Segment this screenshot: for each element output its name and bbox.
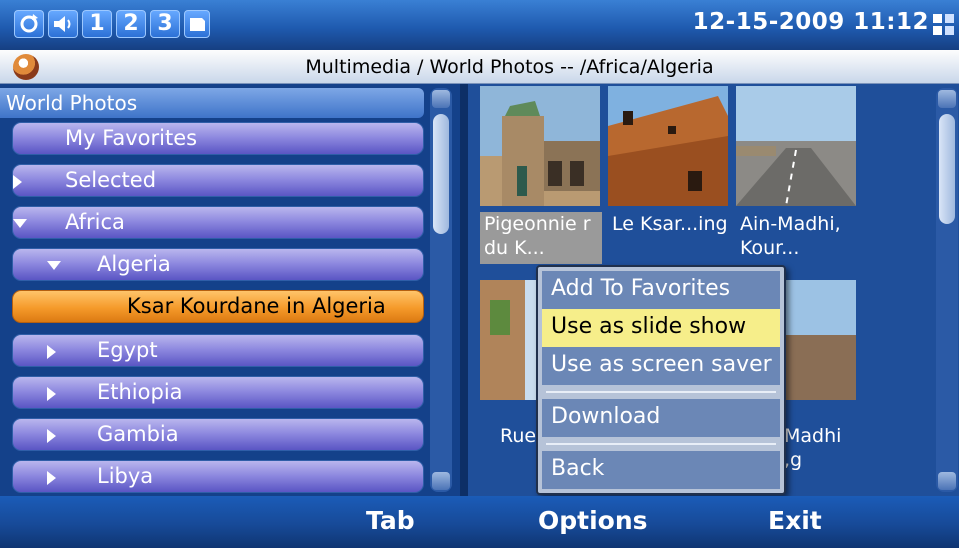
menu-item-download[interactable]: Download [542, 399, 780, 437]
photo-caption: Madhi ,g [784, 425, 842, 471]
scroll-thumb[interactable] [433, 114, 449, 234]
tree-item-label: Gambia [97, 422, 179, 446]
tree-item-ethiopia[interactable]: Ethiopia [12, 376, 424, 409]
tree-scrollbar[interactable] [430, 88, 452, 492]
expand-arrow-icon[interactable] [13, 175, 22, 189]
scroll-up-icon[interactable] [432, 90, 450, 108]
scroll-down-icon[interactable] [938, 472, 956, 490]
tree-item-egypt[interactable]: Egypt [12, 334, 424, 367]
tab-softkey[interactable]: Tab [366, 506, 415, 535]
photo-caption: Ain-Madhi, Kour... [740, 213, 841, 259]
photo-scrollbar[interactable] [936, 88, 958, 492]
menu-item-add-to-favorites[interactable]: Add To Favorites [542, 271, 780, 309]
network-icon [933, 14, 955, 36]
menu-item-use-as-slide-show[interactable]: Use as slide show [542, 309, 780, 347]
category-tree-panel: World Photos My Favorites Selected Afric… [0, 84, 460, 496]
tree-item-label: Egypt [97, 338, 158, 362]
scroll-down-icon[interactable] [432, 472, 450, 490]
softkey-bar: Tab Options Exit [0, 496, 959, 548]
photo-caption: Pigeonnie r du K... [480, 212, 602, 264]
expand-arrow-icon[interactable] [47, 471, 56, 485]
speaker-icon [48, 10, 78, 38]
status-bar: 1 2 3 12-15-2009 11:12 [0, 0, 959, 50]
tree-item-selected[interactable]: Selected [12, 164, 424, 197]
exit-softkey[interactable]: Exit [768, 506, 822, 535]
refresh-icon [14, 10, 44, 38]
menu-divider [546, 391, 776, 393]
tree-item-algeria[interactable]: Algeria [12, 248, 424, 281]
line-3-indicator: 3 [150, 10, 180, 38]
photo-thumbnail[interactable] [480, 86, 600, 206]
tree-item-label: My Favorites [65, 126, 198, 150]
expand-arrow-icon[interactable] [47, 429, 56, 443]
expand-arrow-icon[interactable] [47, 387, 56, 401]
page-title: Multimedia / World Photos -- /Africa/Alg… [305, 56, 714, 78]
line-1-indicator: 1 [82, 10, 112, 38]
tree-item-label: Algeria [97, 252, 171, 276]
tree-item-gambia[interactable]: Gambia [12, 418, 424, 451]
menu-divider [546, 443, 776, 445]
photo-thumbnail[interactable] [608, 86, 728, 206]
menu-item-back[interactable]: Back [542, 451, 780, 489]
options-softkey[interactable]: Options [538, 506, 648, 535]
tree-item-my-favorites[interactable]: My Favorites [12, 122, 424, 155]
tree-item-africa[interactable]: Africa [12, 206, 424, 239]
tree-item-label: Libya [97, 464, 154, 488]
menu-item-use-as-screen-saver[interactable]: Use as screen saver [542, 347, 780, 385]
collapse-arrow-icon[interactable] [47, 261, 61, 270]
tree-item-libya[interactable]: Libya [12, 460, 424, 493]
tree-item-ksar-kourdane[interactable]: Ksar Kourdane in Algeria [12, 290, 424, 323]
datetime: 12-15-2009 11:12 [692, 9, 929, 35]
line-2-indicator: 2 [116, 10, 146, 38]
tree-header[interactable]: World Photos [0, 88, 424, 118]
expand-arrow-icon[interactable] [47, 345, 56, 359]
card-icon [184, 10, 210, 38]
photo-thumbnail[interactable] [736, 86, 856, 206]
tree-item-label: Ksar Kourdane in Algeria [127, 294, 386, 318]
photo-caption: Le Ksar...ing [612, 213, 728, 235]
scroll-up-icon[interactable] [938, 90, 956, 108]
tree-item-label: Selected [65, 168, 157, 192]
tree-item-label: Ethiopia [97, 380, 183, 404]
collapse-arrow-icon[interactable] [13, 219, 27, 228]
scroll-thumb[interactable] [939, 114, 955, 224]
options-menu: Add To Favorites Use as slide show Use a… [536, 265, 786, 495]
tree-item-label: Africa [65, 210, 125, 234]
title-bar: Multimedia / World Photos -- /Africa/Alg… [0, 50, 959, 84]
